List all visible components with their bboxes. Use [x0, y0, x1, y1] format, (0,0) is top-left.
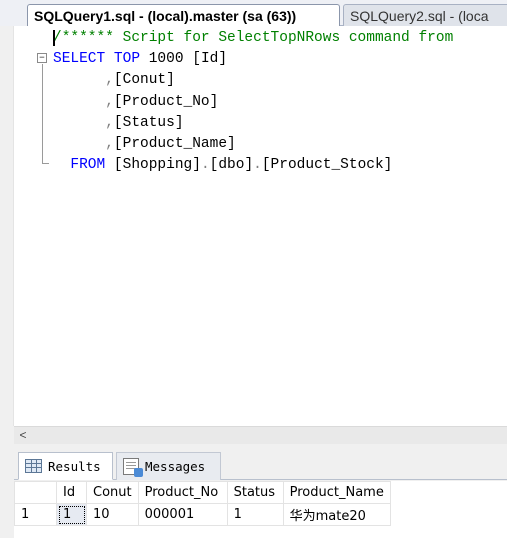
code-line[interactable]: /****** Script for SelectTopNRows comman… — [53, 28, 453, 49]
sql-token: [Conut] — [113, 72, 175, 89]
row-number-cell[interactable]: 1 — [14, 503, 57, 526]
code-line[interactable]: ,[Product_Name] — [53, 134, 453, 155]
tab-messages-label: Messages — [145, 459, 206, 474]
editor-margin-divider — [13, 26, 14, 426]
results-grid[interactable]: Id Conut Product_No Status Product_Name … — [14, 481, 391, 526]
sql-token: . — [253, 157, 262, 174]
tab-messages[interactable]: Messages — [116, 452, 221, 480]
results-tab-bar: Results Messages — [14, 452, 507, 480]
sql-token: [Shopping] — [105, 157, 201, 174]
column-header-product-no[interactable]: Product_No — [137, 481, 228, 504]
table-row[interactable]: 1 1 10 000001 1 华为mate20 — [14, 503, 391, 526]
tab-strip-gutter — [0, 0, 27, 26]
messages-icon — [123, 458, 143, 477]
sql-token: 1000 — [140, 51, 193, 68]
code-line[interactable]: ,[Conut] — [53, 70, 453, 91]
code-line[interactable]: SELECT TOP 1000 [Id] — [53, 49, 453, 70]
editor-margin — [0, 26, 13, 426]
sql-code[interactable]: /****** Script for SelectTopNRows comman… — [53, 28, 453, 176]
cell-product-no[interactable]: 000001 — [137, 503, 228, 526]
column-header-product-name[interactable]: Product_Name — [282, 481, 391, 504]
sql-token: , — [105, 114, 114, 131]
column-header-id[interactable]: Id — [56, 481, 87, 504]
tab-sqlquery2[interactable]: SQLQuery2.sql - (loca — [343, 4, 507, 26]
sql-token: , — [105, 72, 114, 89]
sql-token: , — [105, 135, 114, 152]
grid-icon — [25, 459, 42, 473]
sql-keyword: FROM — [70, 157, 106, 174]
sql-token: [Product_Stock] — [261, 157, 393, 174]
fold-guide-end — [42, 163, 49, 164]
tab-results-label: Results — [48, 458, 101, 474]
sql-keyword: TOP — [113, 51, 141, 68]
cell-status[interactable]: 1 — [226, 503, 284, 526]
sql-token: [Product_No] — [113, 93, 219, 110]
editor-margin-bottom — [0, 426, 14, 444]
grid-header-row: Id Conut Product_No Status Product_Name — [14, 481, 391, 504]
tab-sqlquery2-label: SQLQuery2.sql - (loca — [350, 7, 489, 24]
row-number-header[interactable] — [14, 481, 57, 504]
sql-token: , — [105, 93, 114, 110]
sql-token: [dbo] — [209, 157, 254, 174]
code-line[interactable]: ,[Status] — [53, 113, 453, 134]
code-line[interactable]: ,[Product_No] — [53, 92, 453, 113]
text-caret — [53, 30, 55, 46]
collapse-region-icon[interactable]: − — [37, 53, 47, 63]
sql-token: [Status] — [113, 114, 184, 131]
sql-token: [Product_Name] — [113, 135, 236, 152]
cell-conut[interactable]: 10 — [86, 503, 139, 526]
sql-keyword: SELECT — [53, 51, 106, 68]
cell-product-name[interactable]: 华为mate20 — [282, 503, 391, 526]
column-header-status[interactable]: Status — [226, 481, 284, 504]
tab-results[interactable]: Results — [18, 452, 113, 480]
cell-id[interactable]: 1 — [56, 503, 87, 526]
sql-comment: /****** Script for SelectTopNRows comman… — [53, 30, 454, 46]
tab-sqlquery1[interactable]: SQLQuery1.sql - (local).master (sa (63)) — [27, 4, 340, 26]
query-editor[interactable]: − /****** Script for SelectTopNRows comm… — [0, 26, 507, 426]
column-header-conut[interactable]: Conut — [86, 481, 139, 504]
sql-token: . — [200, 157, 210, 174]
tab-sqlquery1-label: SQLQuery1.sql - (local).master (sa (63)) — [34, 7, 297, 24]
scroll-left-arrow-icon[interactable]: < — [14, 426, 32, 444]
horizontal-scrollbar[interactable] — [14, 426, 507, 444]
code-line[interactable]: FROM [Shopping].[dbo].[Product_Stock] — [53, 155, 453, 176]
fold-guide-line — [42, 64, 43, 164]
results-margin — [0, 444, 14, 538]
sql-token: [Id] — [192, 51, 228, 68]
